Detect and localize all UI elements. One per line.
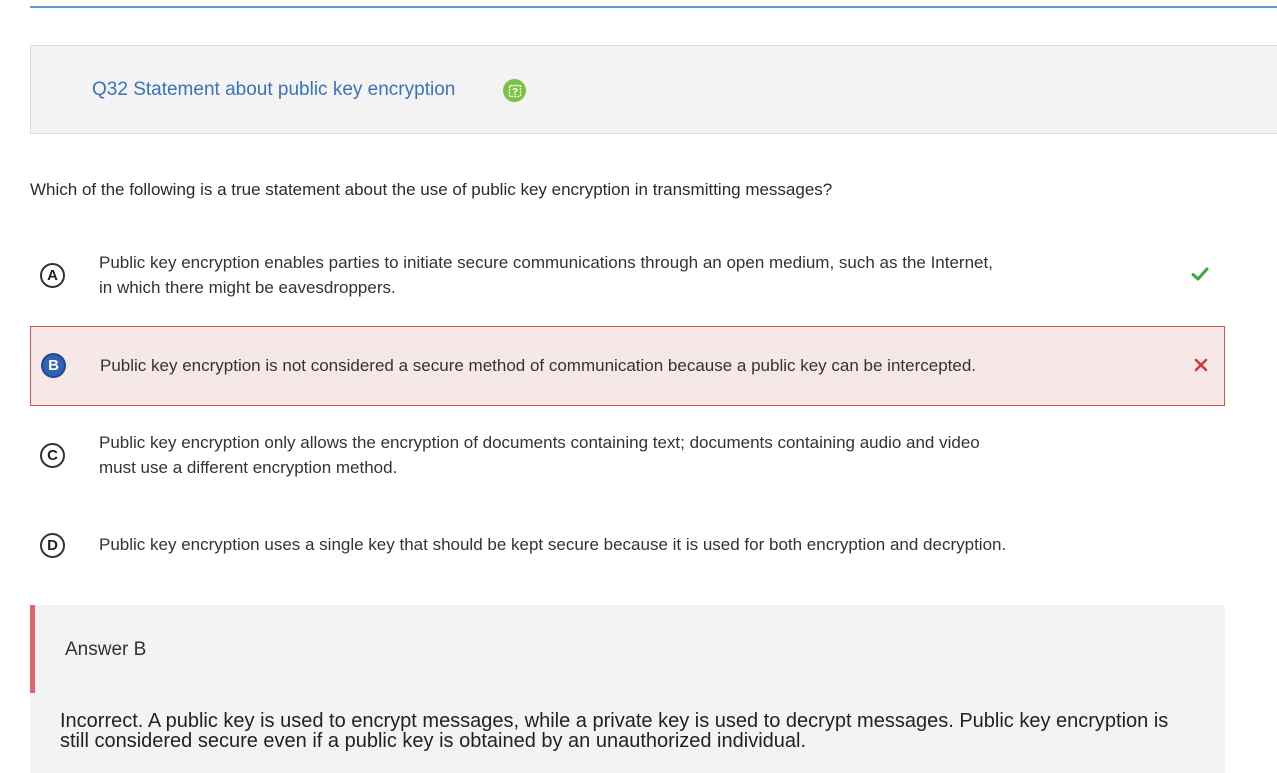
- option-d-line1: Public key encryption uses a single key …: [99, 535, 1007, 554]
- option-c[interactable]: C Public key encryption only allows the …: [30, 420, 1225, 490]
- answer-title: Answer B: [65, 639, 147, 660]
- option-a-line1: Public key encryption enables parties to…: [99, 253, 993, 272]
- option-c-letter[interactable]: C: [40, 443, 65, 468]
- check-icon: [1190, 264, 1210, 284]
- help-icon[interactable]: ?: [503, 79, 526, 102]
- option-d[interactable]: D Public key encryption uses a single ke…: [30, 520, 1225, 570]
- top-divider: [30, 6, 1277, 8]
- answer-accent-bar: [30, 605, 35, 693]
- option-c-line2: must use a different encryption method.: [99, 458, 398, 477]
- question-title: Q32 Statement about public key encryptio…: [92, 79, 456, 100]
- option-a-letter[interactable]: A: [40, 263, 65, 288]
- option-b-letter[interactable]: B: [41, 353, 66, 378]
- question-header: Q32 Statement about public key encryptio…: [30, 45, 1277, 134]
- question-prompt: Which of the following is a true stateme…: [30, 180, 833, 199]
- quiz-page: Q32 Statement about public key encryptio…: [0, 0, 1277, 773]
- option-c-text: Public key encryption only allows the en…: [99, 430, 1049, 480]
- option-d-letter[interactable]: D: [40, 533, 65, 558]
- option-b[interactable]: B Public key encryption is not considere…: [30, 326, 1225, 406]
- option-b-text: Public key encryption is not considered …: [100, 353, 1050, 378]
- svg-text:?: ?: [511, 87, 517, 98]
- option-a-text: Public key encryption enables parties to…: [99, 250, 1049, 300]
- option-a[interactable]: A Public key encryption enables parties …: [30, 240, 1225, 310]
- answer-panel: Answer B Incorrect. A public key is used…: [30, 605, 1225, 773]
- option-c-line1: Public key encryption only allows the en…: [99, 433, 980, 452]
- option-d-text: Public key encryption uses a single key …: [99, 532, 1099, 557]
- x-icon: [1191, 355, 1211, 375]
- option-a-line2: in which there might be eavesdroppers.: [99, 278, 396, 297]
- answer-explanation: Incorrect. A public key is used to encry…: [60, 710, 1169, 752]
- option-b-line1: Public key encryption is not considered …: [100, 356, 976, 375]
